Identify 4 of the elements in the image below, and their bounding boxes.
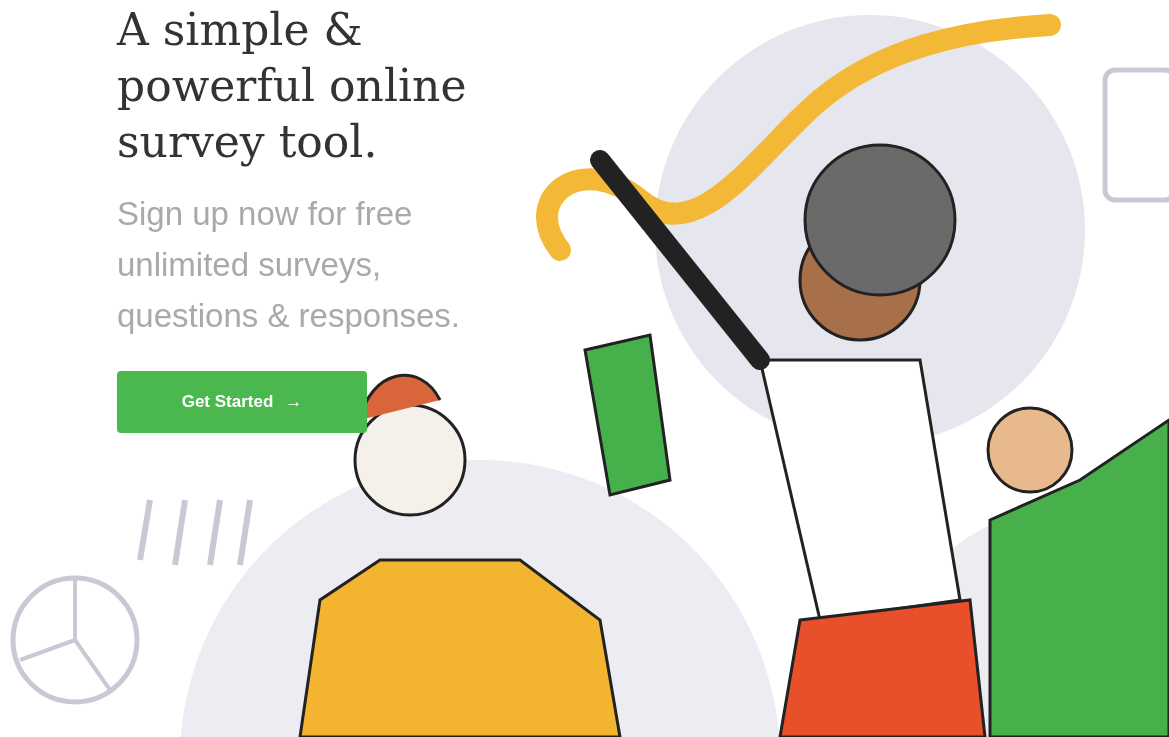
arrow-icon: → xyxy=(285,389,303,415)
get-started-button[interactable]: Get Started → xyxy=(117,371,367,433)
hero-subheading: Sign up now for free unlimited surveys, questions & responses. xyxy=(117,194,462,336)
hero-heading: A simple & powerful online survey tool. xyxy=(117,3,468,169)
